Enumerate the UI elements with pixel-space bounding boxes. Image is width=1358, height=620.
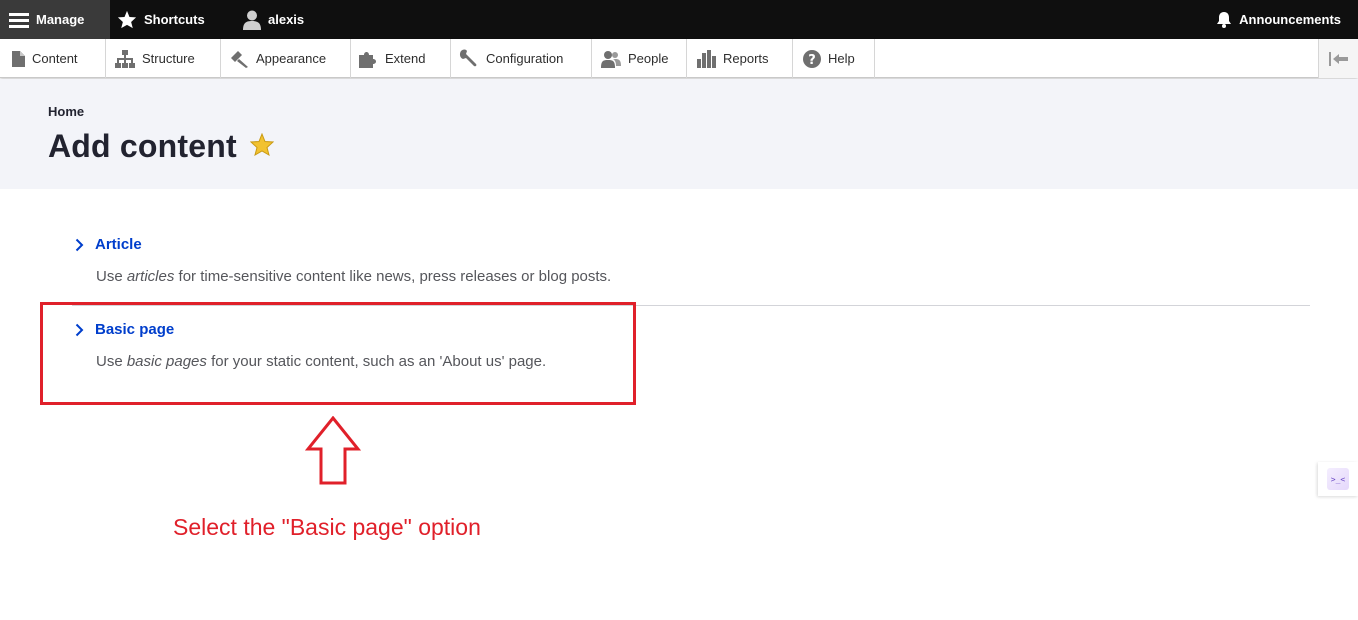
- tray-label-reports: Reports: [723, 51, 769, 66]
- article-label: Article: [95, 236, 142, 253]
- tray-item-help[interactable]: ? Help: [793, 39, 875, 78]
- annotation-text: Select the "Basic page" option: [173, 514, 481, 540]
- shortcuts-label: Shortcuts: [144, 12, 205, 27]
- manage-label: Manage: [36, 12, 85, 27]
- article-desc-after: for time-sensitive content like news, pr…: [174, 268, 612, 285]
- content-type-article: Article Use articles for time-sensitive …: [72, 236, 611, 285]
- tray-label-help: Help: [828, 51, 855, 66]
- chevron-right-icon: [75, 238, 84, 251]
- side-widget-tab[interactable]: >_<: [1318, 462, 1358, 496]
- user-icon: [243, 10, 261, 30]
- page-title: Add content: [48, 128, 237, 164]
- help-icon: ?: [803, 49, 821, 68]
- admin-toolbar: Manage Shortcuts alexis Announcements: [0, 0, 1358, 39]
- widget-icon: >_<: [1327, 468, 1349, 490]
- tray-orientation-toggle[interactable]: [1318, 39, 1358, 78]
- tray-label-people: People: [628, 51, 669, 66]
- announcements-label: Announcements: [1239, 12, 1341, 27]
- page-header: Home Add content: [0, 79, 1358, 189]
- breadcrumb-home[interactable]: Home: [48, 104, 84, 119]
- article-desc-em: articles: [126, 268, 175, 285]
- article-desc-before: Use: [96, 268, 127, 285]
- user-menu-button[interactable]: alexis: [243, 0, 304, 39]
- collapse-arrow-icon: [1328, 51, 1348, 66]
- tray-label-configuration: Configuration: [486, 51, 564, 66]
- shortcuts-button[interactable]: Shortcuts: [117, 0, 205, 39]
- puzzle-icon: [359, 51, 376, 68]
- tray-item-extend[interactable]: Extend: [351, 39, 451, 78]
- tray-label-extend: Extend: [385, 51, 426, 66]
- page-icon: [12, 50, 25, 67]
- admin-tray: Content Structure Appearance Extend Conf…: [0, 39, 1358, 78]
- hamburger-icon: [9, 12, 29, 28]
- wrench-icon: [459, 49, 477, 67]
- tray-label-content: Content: [32, 51, 78, 66]
- paintbrush-icon: [231, 50, 248, 68]
- bell-icon: [1217, 12, 1232, 28]
- annotation-highlight-box: [40, 302, 636, 405]
- article-description: Use articles for time-sensitive content …: [96, 268, 611, 285]
- tray-label-appearance: Appearance: [256, 51, 327, 66]
- manage-button[interactable]: Manage: [0, 0, 110, 39]
- announcements-button[interactable]: Announcements: [1216, 0, 1341, 39]
- tray-item-configuration[interactable]: Configuration: [451, 39, 592, 78]
- people-icon: [601, 50, 621, 68]
- tray-item-people[interactable]: People: [592, 39, 687, 78]
- tray-item-reports[interactable]: Reports: [687, 39, 793, 78]
- tray-item-structure[interactable]: Structure: [106, 39, 221, 78]
- sitemap-icon: [115, 49, 135, 68]
- tray-label-structure: Structure: [142, 51, 195, 66]
- bar-chart-icon: [697, 49, 716, 68]
- tray-item-appearance[interactable]: Appearance: [221, 39, 351, 78]
- svg-text:?: ?: [808, 53, 816, 68]
- user-label: alexis: [268, 12, 305, 27]
- article-link[interactable]: Article: [72, 236, 611, 253]
- up-arrow-annotation-icon: [305, 416, 361, 485]
- shortcut-star-icon[interactable]: [250, 133, 274, 156]
- star-icon: [117, 10, 137, 29]
- tray-item-content[interactable]: Content: [0, 39, 106, 78]
